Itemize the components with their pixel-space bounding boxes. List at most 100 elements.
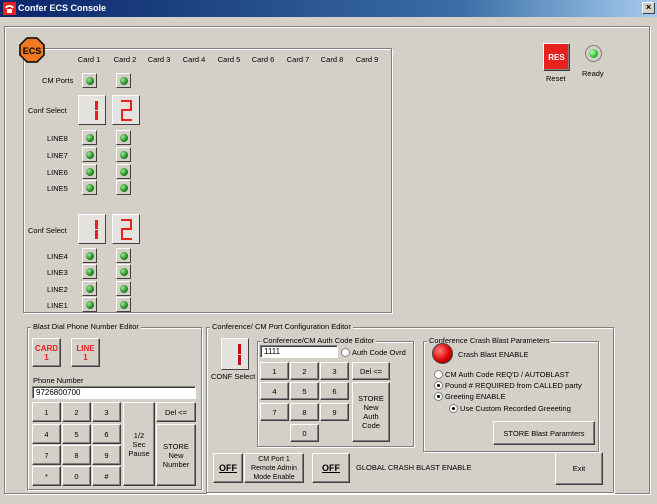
auth-key[interactable]: 7	[260, 403, 289, 421]
auth-delete-button[interactable]: Del <=	[352, 362, 390, 380]
global-crash-blast-label: GLOBAL CRASH BLAST ENABLE	[356, 463, 472, 472]
crash-blast-enable-button[interactable]	[432, 343, 453, 364]
conf-select-digit-card1-upper[interactable]: 1	[78, 95, 106, 125]
card-header: Card 2	[113, 55, 137, 64]
close-icon: ×	[645, 2, 652, 12]
exit-button[interactable]: Exit	[555, 452, 603, 485]
title-bar: Confer ECS Console ×	[0, 0, 657, 17]
phone-key[interactable]: 3	[92, 402, 121, 422]
card-header: Card 5	[217, 55, 241, 64]
window-title: Confer ECS Console	[18, 3, 107, 13]
phone-key[interactable]: 8	[62, 445, 91, 465]
auth-code-title: Conference/CM Auth Code Editor	[261, 336, 377, 345]
line-select-number: 1	[83, 352, 88, 362]
card-select-button[interactable]: CARD 1	[32, 338, 61, 367]
line-led	[116, 248, 131, 263]
reset-label: Reset	[546, 74, 566, 83]
phone-key[interactable]: 4	[32, 424, 61, 444]
conf-select-digit-card1-lower[interactable]: 1	[78, 214, 106, 244]
auth-key[interactable]: 8	[290, 403, 319, 421]
option-radio-pound-required[interactable]	[434, 381, 443, 390]
led-icon	[86, 151, 94, 159]
cm-ports-label: CM Ports	[42, 76, 74, 85]
store-auth-code-button[interactable]: STORE New Auth Code	[352, 382, 390, 442]
led-icon	[86, 268, 94, 276]
blast-dial-title: Blast Dial Phone Number Editor	[31, 322, 141, 331]
phone-icon	[3, 2, 16, 15]
line-label: LINE3	[47, 268, 68, 277]
custom-greeting-label: Use Custom Recorded Greeeting	[460, 404, 571, 413]
option-label: Pound # REQUIRED from CALLED party	[445, 381, 582, 390]
line-led	[116, 164, 131, 179]
ecs-octagon-icon: ECS	[19, 37, 45, 63]
phone-key[interactable]: 6	[92, 424, 121, 444]
auth-key[interactable]: 4	[260, 382, 289, 400]
auth-key[interactable]: 2	[290, 362, 319, 380]
option-radio-greeting-enable[interactable]	[434, 392, 443, 401]
conf-select-digit-card2-lower[interactable]: 2	[112, 214, 140, 244]
phone-number-input[interactable]: 9726800700	[32, 386, 196, 399]
phone-key[interactable]: *	[32, 466, 61, 486]
phone-delete-button[interactable]: Del <=	[156, 402, 196, 422]
line-led	[116, 281, 131, 296]
conf-select-label-upper: Conf Select	[28, 106, 67, 115]
conf-cm-title: Conference/ CM Port Configuration Editor	[210, 322, 353, 331]
line-label: LINE4	[47, 252, 68, 261]
led-icon	[120, 151, 128, 159]
led-icon	[86, 168, 94, 176]
line-label: LINE1	[47, 301, 68, 310]
card-status-group	[23, 48, 392, 313]
card-header: Card 1	[77, 55, 101, 64]
line-led	[82, 130, 97, 145]
line-led	[82, 164, 97, 179]
line-led	[82, 281, 97, 296]
auth-key[interactable]: 0	[290, 424, 319, 442]
auth-code-input[interactable]: 1111	[260, 345, 338, 358]
auth-key[interactable]: 5	[290, 382, 319, 400]
close-button[interactable]: ×	[642, 2, 655, 14]
cm-port-remote-admin-off-button[interactable]: OFF	[213, 453, 243, 483]
card-header: Card 9	[355, 55, 379, 64]
reset-button[interactable]: RES	[543, 43, 570, 71]
store-blast-parameters-button[interactable]: STORE Blast Paramters	[493, 421, 595, 445]
auth-key[interactable]: 3	[320, 362, 349, 380]
led-icon	[120, 184, 128, 192]
auth-key[interactable]: 6	[320, 382, 349, 400]
line-led	[116, 147, 131, 162]
half-sec-pause-button[interactable]: 1/2 Sec Pause	[123, 402, 155, 486]
auth-key[interactable]: 1	[260, 362, 289, 380]
option-radio-cm-auth[interactable]	[434, 370, 443, 379]
option-label: CM Auth Code REQ'D / AUTOBLAST	[445, 370, 570, 379]
line-led	[116, 297, 131, 312]
led-icon	[86, 252, 94, 260]
auth-key[interactable]: 9	[320, 403, 349, 421]
line-label: LINE5	[47, 184, 68, 193]
line-led	[116, 264, 131, 279]
phone-key[interactable]: #	[92, 466, 121, 486]
phone-key[interactable]: 1	[32, 402, 61, 422]
conf-select-button[interactable]: 1	[221, 338, 249, 370]
led-icon	[120, 168, 128, 176]
phone-key[interactable]: 0	[62, 466, 91, 486]
line-label: LINE6	[47, 168, 68, 177]
conf-select-digit-card2-upper[interactable]: 2	[112, 95, 140, 125]
auth-code-ovrd-radio[interactable]	[341, 348, 350, 357]
option-label: Greeting ENABLE	[445, 392, 506, 401]
led-icon	[120, 268, 128, 276]
led-icon	[86, 77, 94, 85]
phone-key[interactable]: 5	[62, 424, 91, 444]
line-led	[82, 180, 97, 195]
phone-key[interactable]: 7	[32, 445, 61, 465]
led-icon	[86, 285, 94, 293]
store-number-button[interactable]: STORE New Number	[156, 424, 196, 486]
led-icon	[120, 134, 128, 142]
custom-greeting-radio[interactable]	[449, 404, 458, 413]
cm-port-led-card2	[116, 73, 131, 88]
phone-key[interactable]: 9	[92, 445, 121, 465]
led-icon	[120, 77, 128, 85]
line-select-button[interactable]: LINE 1	[71, 338, 100, 367]
line-select-label: LINE	[76, 343, 95, 353]
line-led	[82, 297, 97, 312]
global-crash-blast-off-button[interactable]: OFF	[312, 453, 350, 483]
phone-key[interactable]: 2	[62, 402, 91, 422]
